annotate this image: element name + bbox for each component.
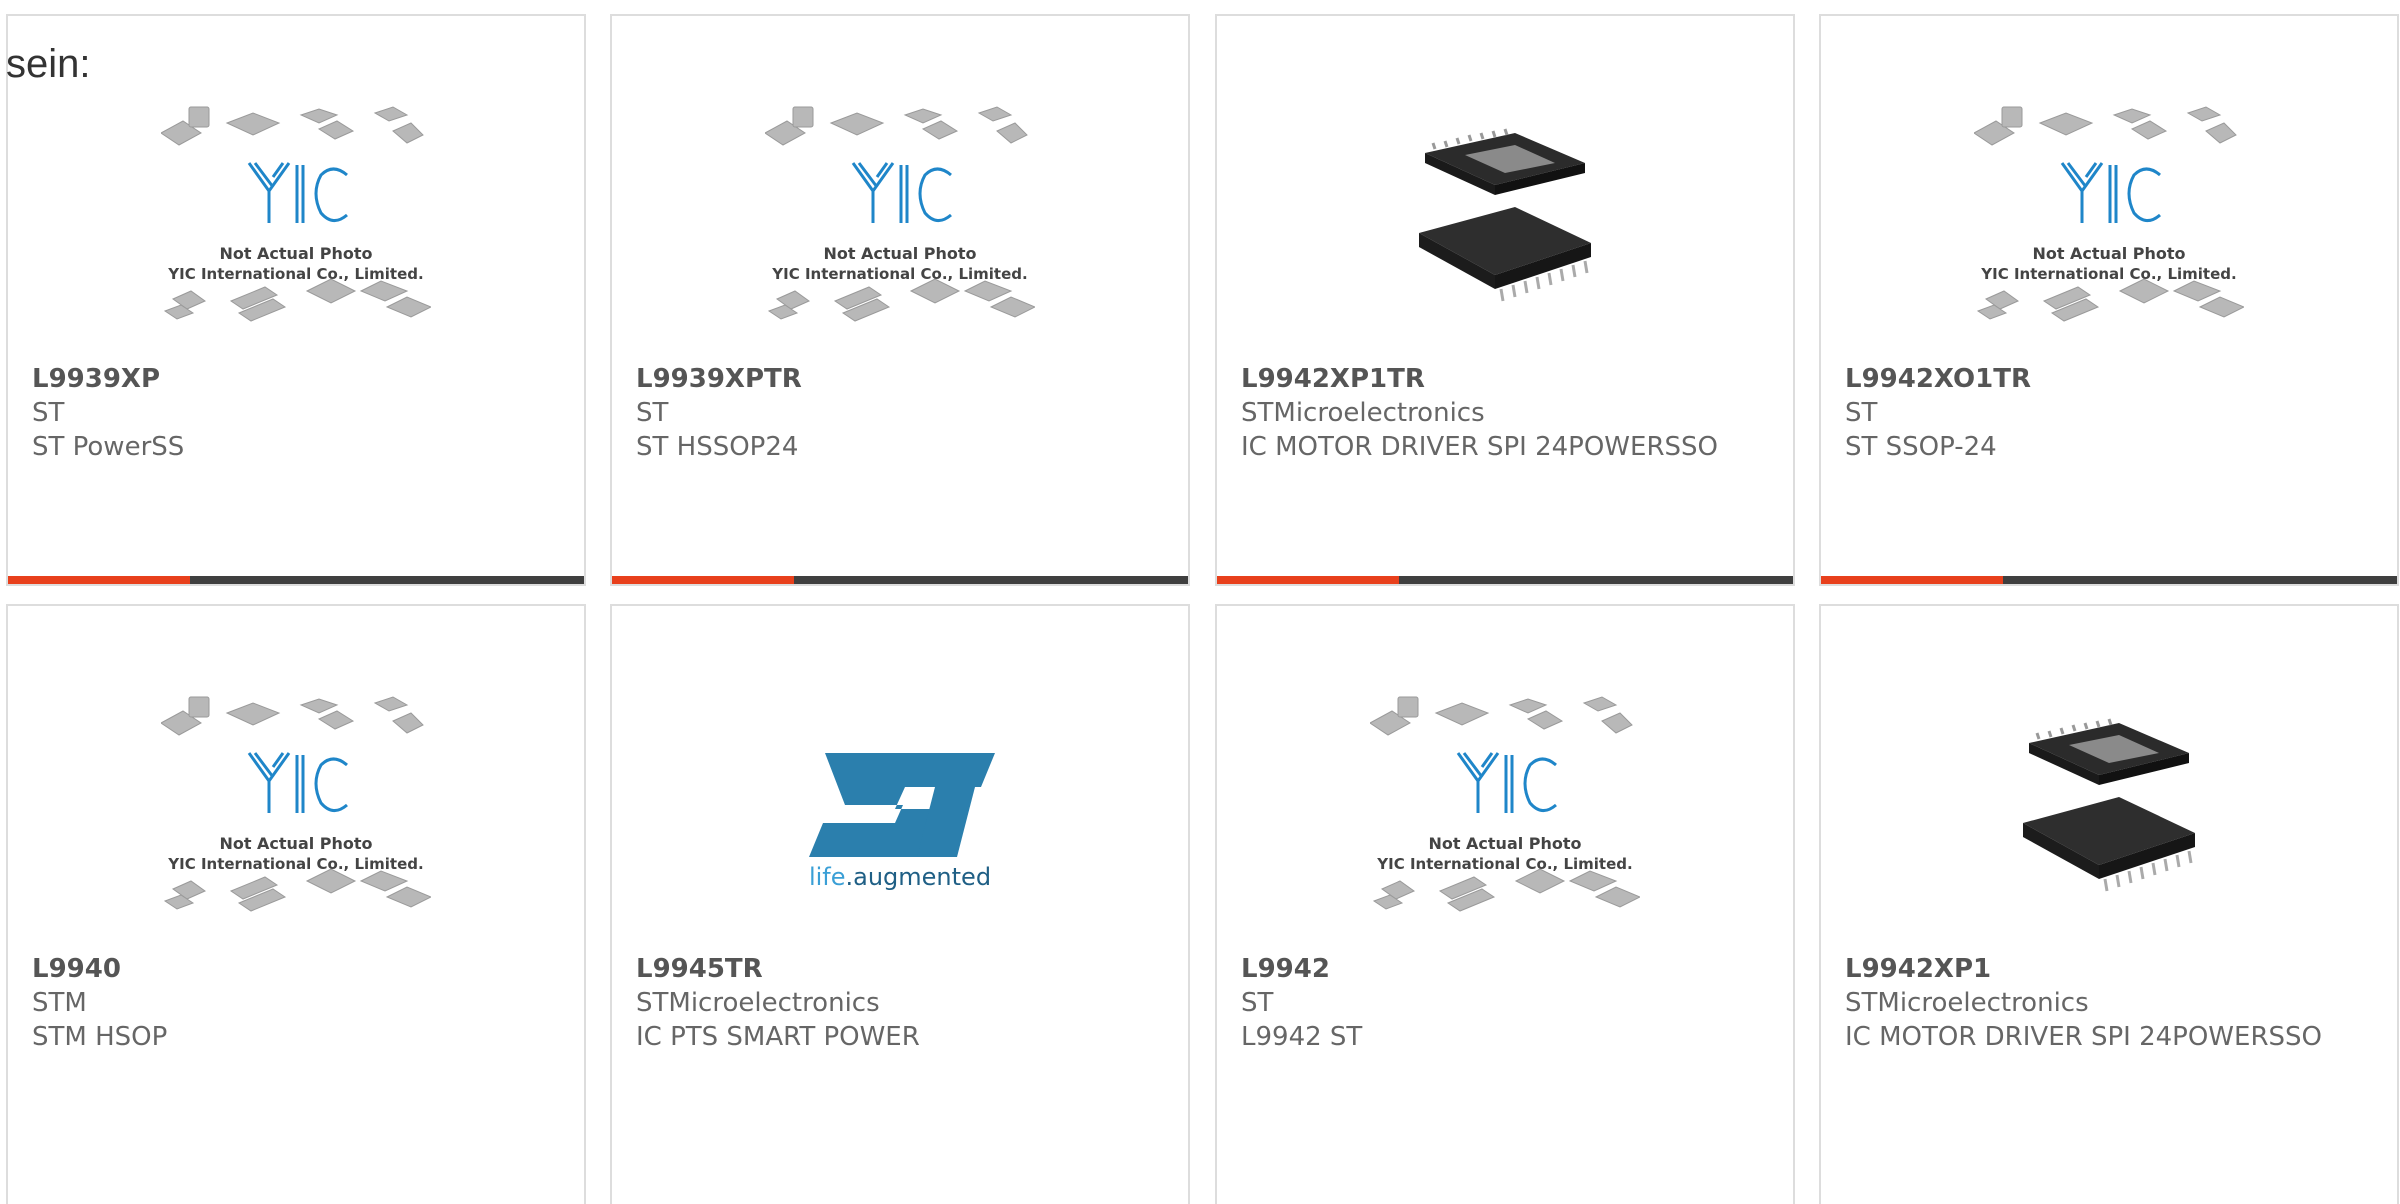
card-footer-accent: [1217, 576, 1399, 584]
product-description: L9942 ST: [1241, 1022, 1363, 1052]
placeholder-company: YIC International Co., Limited.: [167, 265, 423, 283]
product-manufacturer: ST: [32, 398, 65, 428]
placeholder-caption: Not Actual Photo: [823, 244, 976, 263]
product-info: L9945TR STMicroelectronics IC PTS SMART PO…: [636, 952, 1170, 1054]
product-description: ST SSOP-24: [1845, 432, 1997, 462]
product-part-number[interactable]: L9939XP: [32, 362, 566, 396]
product-card[interactable]: Not Actual Photo YIC International Co., …: [6, 14, 586, 586]
product-image[interactable]: [1821, 684, 2397, 942]
placeholder-caption: Not Actual Photo: [219, 244, 372, 263]
placeholder-company: YIC International Co., Limited.: [167, 855, 423, 873]
product-description: STM HSOP: [32, 1022, 168, 1052]
product-image[interactable]: Not Actual Photo YIC International Co., …: [1821, 94, 2397, 352]
placeholder-company: YIC International Co., Limited.: [1376, 855, 1632, 873]
product-description: IC MOTOR DRIVER SPI 24POWERSSO: [1241, 432, 1718, 462]
product-info: L9942XO1TR ST ST SSOP-24: [1845, 362, 2379, 464]
product-card[interactable]: L9942XP1TR STMicroelectronics IC MOTOR DRI…: [1215, 14, 1795, 586]
product-manufacturer: STM: [32, 988, 87, 1018]
product-image[interactable]: Not Actual Photo YIC International Co., …: [8, 684, 584, 942]
st-logo-tagline: life.augmented: [809, 863, 991, 891]
product-part-number[interactable]: L9940: [32, 952, 566, 986]
product-image[interactable]: Not Actual Photo YIC International Co., …: [612, 94, 1188, 352]
product-image[interactable]: [1217, 94, 1793, 352]
product-card[interactable]: Not Actual Photo YIC International Co., …: [1215, 604, 1795, 1204]
product-part-number[interactable]: L9939XPTR: [636, 362, 1170, 396]
product-description: IC MOTOR DRIVER SPI 24POWERSSO: [1845, 1022, 2322, 1052]
product-info: L9942 ST L9942 ST: [1241, 952, 1775, 1054]
placeholder-caption: Not Actual Photo: [1428, 834, 1581, 853]
placeholder-company: YIC International Co., Limited.: [771, 265, 1027, 283]
product-image[interactable]: Not Actual Photo YIC International Co., …: [1217, 684, 1793, 942]
product-description: ST PowerSS: [32, 432, 185, 462]
product-part-number[interactable]: L9945TR: [636, 952, 1170, 986]
product-description: ST HSSOP24: [636, 432, 799, 462]
card-footer-bar: [1217, 576, 1793, 584]
product-info: L9939XP ST ST PowerSS: [32, 362, 566, 464]
card-footer-bar: [1821, 576, 2397, 584]
product-card[interactable]: Not Actual Photo YIC International Co., …: [6, 604, 586, 1204]
product-manufacturer: STMicroelectronics: [636, 988, 880, 1018]
product-card[interactable]: L9942XP1 STMicroelectronics IC MOTOR DRIVE…: [1819, 604, 2399, 1204]
placeholder-caption: Not Actual Photo: [2032, 244, 2185, 263]
product-part-number[interactable]: L9942XO1TR: [1845, 362, 2379, 396]
product-card[interactable]: Not Actual Photo YIC International Co., …: [1819, 14, 2399, 586]
card-footer-accent: [8, 576, 190, 584]
product-manufacturer: ST: [636, 398, 669, 428]
intro-text: sein:: [6, 42, 91, 86]
product-card[interactable]: life.augmented L9945TR STMicroelectronics…: [610, 604, 1190, 1204]
product-card[interactable]: Not Actual Photo YIC International Co., …: [610, 14, 1190, 586]
product-image[interactable]: Not Actual Photo YIC International Co., …: [8, 94, 584, 352]
product-manufacturer: STMicroelectronics: [1241, 398, 1485, 428]
product-part-number[interactable]: L9942XP1: [1845, 952, 2379, 986]
product-info: L9939XPTR ST ST HSSOP24: [636, 362, 1170, 464]
card-footer-bar: [8, 576, 584, 584]
product-part-number[interactable]: L9942XP1TR: [1241, 362, 1775, 396]
product-description: IC PTS SMART POWER: [636, 1022, 920, 1052]
product-manufacturer: STMicroelectronics: [1845, 988, 2089, 1018]
card-footer-accent: [612, 576, 794, 584]
product-info: L9942XP1 STMicroelectronics IC MOTOR DRIVE…: [1845, 952, 2379, 1054]
placeholder-caption: Not Actual Photo: [219, 834, 372, 853]
card-footer-accent: [1821, 576, 2003, 584]
placeholder-company: YIC International Co., Limited.: [1980, 265, 2236, 283]
product-manufacturer: ST: [1845, 398, 1878, 428]
product-image[interactable]: life.augmented: [612, 684, 1188, 942]
card-footer-bar: [612, 576, 1188, 584]
product-info: L9942XP1TR STMicroelectronics IC MOTOR DRI…: [1241, 362, 1775, 464]
product-manufacturer: ST: [1241, 988, 1274, 1018]
product-part-number[interactable]: L9942: [1241, 952, 1775, 986]
product-info: L9940 STM STM HSOP: [32, 952, 566, 1054]
